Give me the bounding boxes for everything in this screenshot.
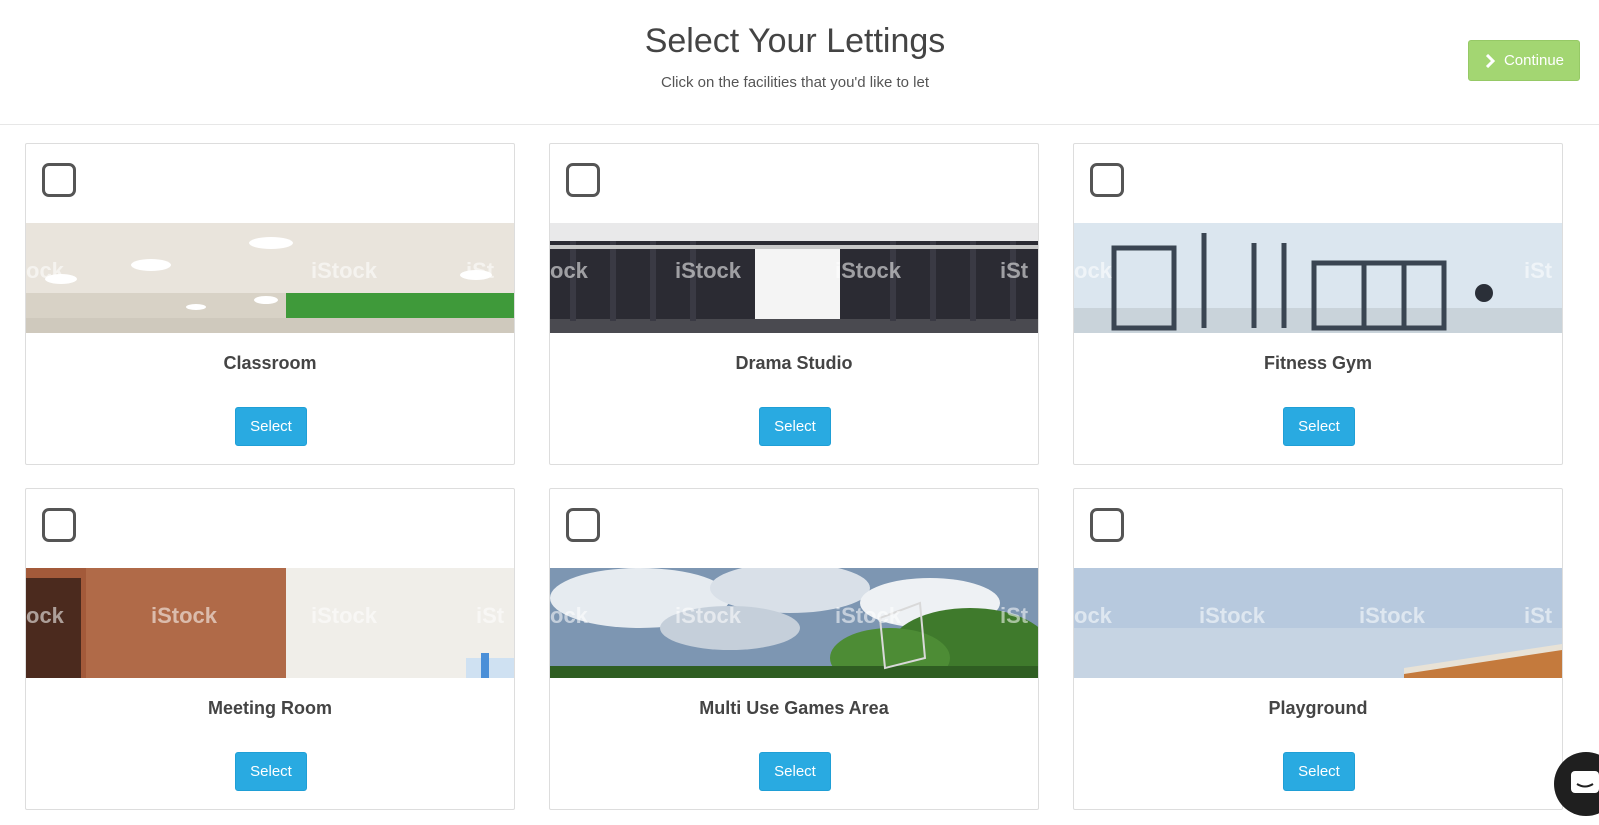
facility-name: Playground bbox=[1268, 698, 1368, 718]
playground-photo: ock iStock iStock iSt bbox=[1074, 568, 1562, 678]
continue-label: Continue bbox=[1503, 52, 1565, 69]
svg-text:iStock: iStock bbox=[1199, 603, 1266, 628]
facility-checkbox[interactable] bbox=[1090, 508, 1124, 542]
svg-text:ock: ock bbox=[550, 603, 589, 628]
facility-name: Multi Use Games Area bbox=[699, 698, 889, 718]
svg-text:iSt: iSt bbox=[1000, 603, 1029, 628]
page-subtitle: Click on the facilities that you'd like … bbox=[661, 74, 929, 91]
svg-text:iSt: iSt bbox=[466, 258, 495, 283]
facility-name: Classroom bbox=[223, 353, 317, 373]
svg-text:iSt: iSt bbox=[1000, 258, 1029, 283]
continue-button[interactable]: Continue bbox=[1468, 40, 1580, 81]
facility-card-playground: ock iStock iStock iSt Playground Select bbox=[1073, 488, 1563, 810]
select-button[interactable]: Select bbox=[759, 407, 831, 446]
svg-text:iStock: iStock bbox=[311, 258, 378, 283]
svg-text:ock: ock bbox=[550, 258, 589, 283]
select-button[interactable]: Select bbox=[759, 752, 831, 791]
svg-text:iSt: iSt bbox=[1524, 603, 1553, 628]
select-button[interactable]: Select bbox=[235, 407, 307, 446]
chevron-right-icon bbox=[1485, 53, 1496, 68]
facility-card-drama-studio: ock iStock iStock iSt Drama Studio Selec… bbox=[549, 143, 1039, 465]
svg-text:iStock: iStock bbox=[151, 603, 218, 628]
select-button[interactable]: Select bbox=[235, 752, 307, 791]
svg-text:ock: ock bbox=[26, 258, 65, 283]
svg-text:iStock: iStock bbox=[835, 603, 902, 628]
facility-checkbox[interactable] bbox=[566, 163, 600, 197]
facility-card-classroom: ock iStock iSt Classroom Select bbox=[25, 143, 515, 465]
svg-text:ock: ock bbox=[26, 603, 65, 628]
svg-text:ock: ock bbox=[1074, 258, 1113, 283]
facility-checkbox[interactable] bbox=[1090, 163, 1124, 197]
page-title: Select Your Lettings bbox=[644, 22, 946, 60]
facility-card-multi-use-games-area: ock iStock iStock iSt Multi Use Games Ar… bbox=[549, 488, 1039, 810]
svg-text:iSt: iSt bbox=[1524, 258, 1553, 283]
svg-text:iStock: iStock bbox=[1359, 603, 1426, 628]
facility-card-meeting-room: ock iStock iStock iSt Meeting Room Selec… bbox=[25, 488, 515, 810]
facility-card-fitness-gym: ock iSt Fitness Gym Select bbox=[1073, 143, 1563, 465]
select-button[interactable]: Select bbox=[1283, 752, 1355, 791]
facility-name: Meeting Room bbox=[208, 698, 332, 718]
chat-icon bbox=[1571, 771, 1599, 793]
facility-checkbox[interactable] bbox=[42, 508, 76, 542]
select-button[interactable]: Select bbox=[1283, 407, 1355, 446]
svg-text:iSt: iSt bbox=[476, 603, 505, 628]
classroom-photo: ock iStock iSt bbox=[26, 223, 514, 333]
page-header: Select Your Lettings Click on the facili… bbox=[0, 0, 1599, 125]
svg-text:iStock: iStock bbox=[675, 603, 742, 628]
svg-text:iStock: iStock bbox=[835, 258, 902, 283]
fitness-gym-photo: ock iSt bbox=[1074, 223, 1562, 333]
meeting-room-photo: ock iStock iStock iSt bbox=[26, 568, 514, 678]
svg-text:iStock: iStock bbox=[311, 603, 378, 628]
games-area-photo: ock iStock iStock iSt bbox=[550, 568, 1038, 678]
svg-text:iStock: iStock bbox=[675, 258, 742, 283]
drama-studio-photo: ock iStock iStock iSt bbox=[550, 223, 1038, 333]
svg-text:ock: ock bbox=[1074, 603, 1113, 628]
facility-name: Drama Studio bbox=[735, 353, 853, 373]
facility-checkbox[interactable] bbox=[42, 163, 76, 197]
facility-checkbox[interactable] bbox=[566, 508, 600, 542]
facility-name: Fitness Gym bbox=[1263, 353, 1373, 373]
